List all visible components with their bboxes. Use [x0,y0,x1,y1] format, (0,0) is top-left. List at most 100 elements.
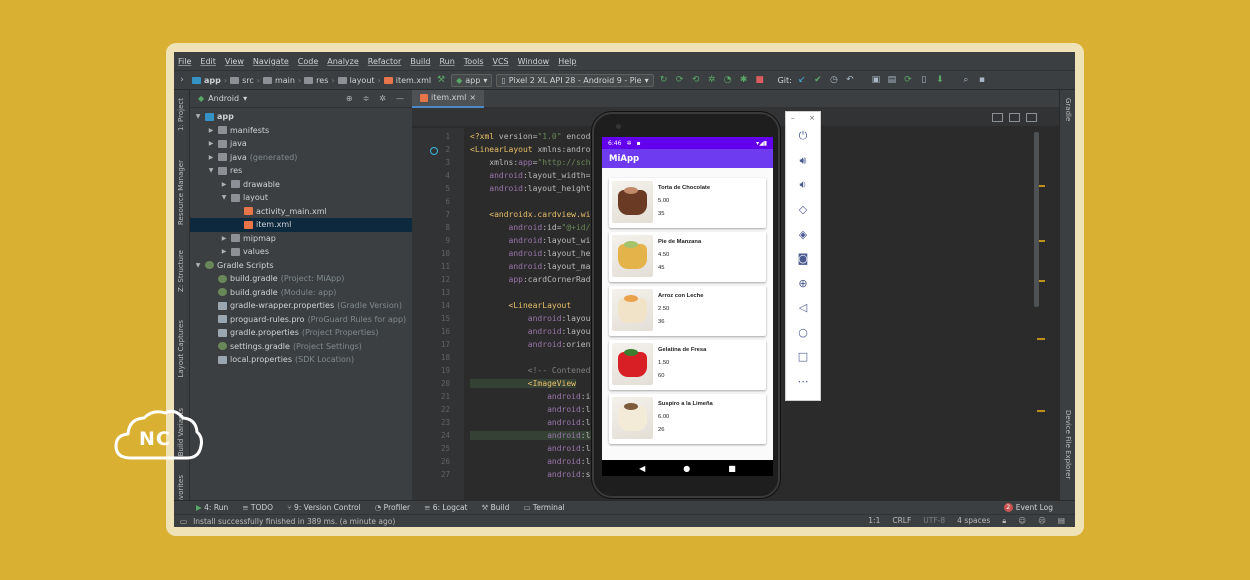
rotate-left-icon[interactable]: ◇ [786,198,820,223]
run-config-select[interactable]: ◆ app ▾ [451,73,493,87]
close-icon[interactable]: × [469,93,476,102]
event-log-button[interactable]: 2 Event Log [1003,503,1075,512]
status-icon[interactable]: ▭ [180,517,187,526]
run-icon[interactable]: ↻ [658,75,670,85]
search-icon[interactable]: ⌕ [960,75,972,85]
rollback-icon[interactable]: ↶ [844,75,856,85]
menu-tools[interactable]: Tools [464,57,484,66]
tree-node[interactable]: ▶ values [190,245,412,259]
tree-node[interactable]: ▶ java (generated) [190,151,412,165]
inspector-icon[interactable]: ☺ [1018,516,1026,526]
tree-node[interactable]: ▶ java [190,137,412,151]
attach-debugger-icon[interactable]: ✱ [738,75,750,85]
tool-window-logcat[interactable]: ≡ 6: Logcat [424,503,467,512]
breadcrumb-item[interactable]: layout [350,76,375,85]
user-icon[interactable]: ▪ [976,75,988,85]
project-view-select[interactable]: Android [208,94,239,103]
tree-node[interactable]: ▼ Gradle Scripts [190,259,412,273]
expand-arrow-icon[interactable]: ▶ [220,248,228,255]
expand-arrow-icon[interactable]: ▶ [207,127,215,134]
back-icon[interactable]: ◁ [786,296,820,321]
breadcrumb-item[interactable]: src [242,76,254,85]
dessert-card[interactable]: Pie de Manzana 4.50 45 [609,232,766,282]
overview-icon[interactable]: □ [786,345,820,370]
menu-run[interactable]: Run [439,57,454,66]
expand-arrow-icon[interactable]: ▶ [220,235,228,242]
avd-manager-icon[interactable]: ▯ [918,75,930,85]
zoom-icon[interactable]: ⊕ [786,271,820,296]
sync-gradle-icon[interactable]: ⟳ [902,75,914,85]
layout-inspector-icon[interactable]: ▤ [886,75,898,85]
device-select[interactable]: ▯ Pixel 2 XL API 28 - Android 9 - Pie ▾ [496,73,654,87]
power-icon[interactable]: ⏻ [786,124,820,149]
resource-manager-tool-tab[interactable]: Resource Manager [177,160,185,225]
hide-icon[interactable]: — [396,94,404,103]
expand-arrow-icon[interactable]: ▼ [207,167,215,174]
dessert-card[interactable]: Gelatina de Fresa 1.50 60 [609,340,766,390]
structure-tool-tab[interactable]: Z: Structure [177,250,185,292]
tree-node[interactable]: ▼ res [190,164,412,178]
locate-icon[interactable]: ⊕ [346,94,353,103]
file-encoding[interactable]: UTF-8 [923,516,945,526]
collapse-icon[interactable]: ≑ [363,94,370,103]
breadcrumb-item[interactable]: app [204,76,221,85]
expand-arrow-icon[interactable]: ▼ [194,262,202,269]
expand-arrow-icon[interactable]: ▶ [207,154,215,161]
recents-icon[interactable]: ■ [728,464,736,473]
tree-node[interactable]: ▶ drawable [190,178,412,192]
menu-view[interactable]: View [225,57,244,66]
tree-node[interactable]: item.xml [190,218,412,232]
gear-icon[interactable]: ✲ [379,94,386,103]
feedback-icon[interactable]: ☹ [1038,516,1046,526]
split-view-icon[interactable] [1009,112,1020,122]
home-icon[interactable]: ● [683,464,690,473]
tree-node[interactable]: build.gradle (Module: app) [190,286,412,300]
tree-node[interactable]: ▼ app [190,110,412,124]
stop-icon[interactable]: ■ [754,75,766,85]
layout-captures-tool-tab[interactable]: Layout Captures [177,320,185,378]
history-icon[interactable]: ◷ [828,75,840,85]
menu-build[interactable]: Build [410,57,430,66]
git-update-icon[interactable]: ↙ [796,75,808,85]
tree-node[interactable]: ▼ layout [190,191,412,205]
dessert-list[interactable]: Torta de Chocolate 5.00 35 Pie de Manzana 4.… [602,168,773,444]
profile-icon[interactable]: ◔ [722,75,734,85]
design-view-icon[interactable] [1026,112,1037,122]
lock-icon[interactable]: 🔒︎ [1002,516,1006,526]
caret-position[interactable]: 1:1 [868,516,880,526]
more-icon[interactable]: ⋯ [786,369,820,394]
tree-node[interactable]: gradle.properties (Project Properties) [190,326,412,340]
home-icon[interactable]: ○ [786,320,820,345]
menu-navigate[interactable]: Navigate [253,57,289,66]
tree-node[interactable]: gradle-wrapper.properties (Gradle Version… [190,299,412,313]
project-structure-icon[interactable]: ▣ [870,75,882,85]
code-view-icon[interactable] [992,112,1003,122]
volume-up-icon[interactable]: 🔊︎ [786,149,820,174]
sdk-manager-icon[interactable]: ⬇ [934,75,946,85]
indent-setting[interactable]: 4 spaces [957,516,990,526]
apply-code-changes-icon[interactable]: ⟲ [690,75,702,85]
device-file-explorer-tool-tab[interactable]: Device File Explorer [1064,410,1072,479]
rotate-right-icon[interactable]: ◈ [786,222,820,247]
tool-window-build[interactable]: ⚒ Build [482,503,510,512]
tree-node[interactable]: ▶ manifests [190,124,412,138]
menu-window[interactable]: Window [518,57,550,66]
menu-code[interactable]: Code [298,57,318,66]
tool-window-version-control[interactable]: ⑂ 9: Version Control [287,503,361,512]
menu-vcs[interactable]: VCS [493,57,509,66]
expand-arrow-icon[interactable]: ▼ [194,113,202,120]
project-tool-tab[interactable]: 1: Project [177,98,185,131]
breadcrumb-item[interactable]: res [316,76,328,85]
notification-icon[interactable]: ▤ [1058,516,1065,526]
tool-window-run[interactable]: ▶ 4: Run [196,503,228,512]
close-icon[interactable]: × [809,114,815,122]
tree-node[interactable]: ▶ mipmap [190,232,412,246]
expand-arrow-icon[interactable]: ▶ [220,181,228,188]
tool-window-profiler[interactable]: ◔ Profiler [375,503,410,512]
tool-window-todo[interactable]: ≡ TODO [242,503,273,512]
tree-node[interactable]: settings.gradle (Project Settings) [190,340,412,354]
editor-scrollbar[interactable] [1034,132,1039,307]
expand-arrow-icon[interactable]: ▶ [207,140,215,147]
camera-icon[interactable]: ◙ [786,247,820,272]
chevron-down-icon[interactable]: ▾ [243,94,247,103]
